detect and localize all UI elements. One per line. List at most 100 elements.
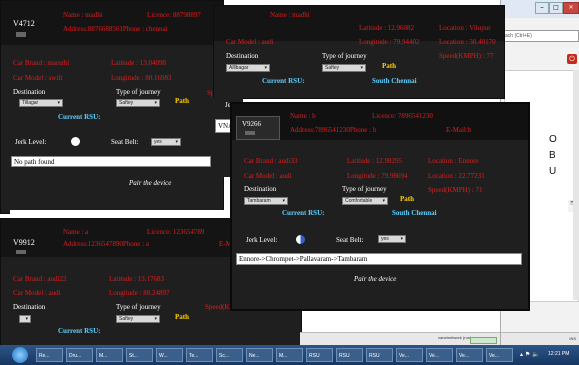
journey-type-select[interactable]: Saftey xyxy=(116,315,160,323)
seat-belt-select[interactable]: yes xyxy=(151,138,181,146)
current-rsu-label: Current RSU: xyxy=(262,77,305,85)
browser-letter-u: U xyxy=(549,166,557,177)
jerk-level-label: Jerk Level: xyxy=(246,236,278,244)
current-rsu-label: Current RSU: xyxy=(58,327,101,335)
destination-label: Destination xyxy=(226,52,259,60)
taskbar-button[interactable]: RSU xyxy=(366,348,393,362)
path-label: Path xyxy=(382,62,396,70)
taskbar-button[interactable]: W... xyxy=(156,348,183,362)
name-label: Name : madhi xyxy=(63,11,103,19)
browser-letter-o: O xyxy=(549,134,557,145)
car-model-label: Car Model : audi xyxy=(13,289,61,297)
destination-label: Destination xyxy=(13,88,46,96)
current-rsu-value: South Chennai xyxy=(392,209,437,217)
location2-label: Location : 22.77231 xyxy=(428,172,485,180)
pair-device-button[interactable]: Pair the device xyxy=(354,275,396,283)
taskbar-button[interactable]: M... xyxy=(96,348,123,362)
tray-icons: ▴ ⚑ 🔈 xyxy=(520,351,540,358)
jerk-level-indicator xyxy=(71,137,80,146)
window-controls: – □ ✕ xyxy=(535,2,579,14)
longitude-label: Longitude : 79.98694 xyxy=(347,172,408,180)
latitude-label: Latitude : 13.17683 xyxy=(109,275,165,283)
browser-scrollbar[interactable] xyxy=(573,70,579,300)
journey-type-select[interactable]: Comfortable xyxy=(342,197,388,205)
licence-label: Licence: 123654789 xyxy=(147,228,205,236)
taskbar-button[interactable]: Ne... xyxy=(246,348,273,362)
path-label: Path xyxy=(175,97,189,105)
start-button[interactable] xyxy=(12,347,28,363)
seat-belt-label: Seat Belt: xyxy=(111,138,139,146)
minimize-icon[interactable]: – xyxy=(535,2,549,14)
taskbar-button[interactable]: Ve... xyxy=(486,348,513,362)
journey-type-label: Type of journey xyxy=(116,303,161,311)
browser-letter-b: B xyxy=(549,150,556,161)
address-text: ach (Ctrl+E) xyxy=(505,33,532,39)
latitude-label: Latitude : 13.04098 xyxy=(111,59,167,67)
close-icon[interactable]: ✕ xyxy=(563,2,579,14)
separator-strip xyxy=(10,210,230,215)
car-model-label: Car Model : swift xyxy=(13,74,63,82)
vehicle-id-dropdown[interactable] xyxy=(16,32,26,37)
destination-select[interactable] xyxy=(19,315,31,323)
current-rsu-label: Current RSU: xyxy=(282,209,325,217)
longitude-label: Longitude : 79.94402 xyxy=(359,38,420,46)
journey-type-label: Type of journey xyxy=(322,52,367,60)
latitude-top-label: Latitude : 12.96082 xyxy=(359,24,415,32)
location-top-label: Location : Vilupur xyxy=(439,24,491,32)
journey-type-select[interactable]: Saftey xyxy=(116,99,160,107)
taskbar-button[interactable]: St... xyxy=(126,348,153,362)
address-phone-label: Address:1236547890Phone : a xyxy=(63,240,149,248)
jerk-level-label: Jerk Level: xyxy=(15,138,47,146)
vehicle-window-v9266: V9266 Name : b Licence: 7896541230 Addre… xyxy=(230,102,530,311)
jerk-level-indicator xyxy=(296,235,305,244)
browser-address-input[interactable]: ach (Ctrl+E) xyxy=(504,30,579,42)
latitude-label: Latitude : 12.98295 xyxy=(347,157,403,165)
taskbar-button[interactable]: RSU xyxy=(306,348,333,362)
car-brand-label: Car Brand : audi22 xyxy=(13,275,67,283)
destination-select[interactable]: Tillagar xyxy=(19,99,63,107)
taskbar-button[interactable]: Dru... xyxy=(66,348,93,362)
taskbar-clock: 12:21 PM xyxy=(548,351,570,357)
speed-label: Speed(KMPH) : 77 xyxy=(439,52,494,60)
journey-type-label: Type of journey xyxy=(116,88,161,96)
name-label: Name : b xyxy=(290,112,316,120)
car-model-label: Car Model : audi xyxy=(226,38,274,46)
browser-close-icon[interactable]: ⏻ xyxy=(567,54,577,64)
destination-label: Destination xyxy=(13,303,46,311)
browser-status-bar: INS xyxy=(501,332,579,345)
taskbar-button[interactable]: Ve... xyxy=(396,348,423,362)
destination-select[interactable]: Tambaram xyxy=(244,197,288,205)
vehicle-id-box: V9266 xyxy=(236,116,280,140)
taskbar-button[interactable]: M... xyxy=(276,348,303,362)
longitude-label: Longitude : 80.24897 xyxy=(109,289,170,297)
vehicle-id-dropdown[interactable] xyxy=(16,250,26,254)
journey-type-label: Type of journey xyxy=(342,185,387,193)
destination-select[interactable]: Alllbagar xyxy=(226,64,270,72)
vehicle-id: V4712 xyxy=(13,19,35,28)
car-brand-label: Car Brand : maruthi xyxy=(13,59,70,67)
car-model-label: Car Model : audi xyxy=(244,172,292,180)
vehicle-id-dropdown[interactable] xyxy=(245,131,255,135)
taskbar-button[interactable]: Ve... xyxy=(426,348,453,362)
vehicle-window-second: Name : madhi Latitude : 12.96082 Locatio… xyxy=(213,5,505,99)
taskbar-button[interactable]: Te... xyxy=(186,348,213,362)
name-label: Name : madhi xyxy=(270,11,310,19)
pair-device-button[interactable]: Pair the device xyxy=(129,179,171,187)
seat-belt-select[interactable]: yes xyxy=(378,235,406,243)
location2-label: Location : 30.40170 xyxy=(439,38,496,46)
path-label: Path xyxy=(175,313,189,321)
taskbar-button[interactable]: Ve... xyxy=(456,348,483,362)
status-text: vanetnetwork (run) xyxy=(438,335,472,340)
speed-label: Speed(KMPH) : 71 xyxy=(428,186,483,194)
taskbar-button[interactable]: RSU xyxy=(336,348,363,362)
taskbar-button[interactable]: Sc... xyxy=(216,348,243,362)
address-phone-label: Address:8876688561Phone : chennai xyxy=(63,25,168,33)
journey-type-select[interactable]: Saftey xyxy=(322,64,366,72)
progress-bar xyxy=(470,337,497,344)
path-label: Path xyxy=(400,195,414,203)
maximize-icon[interactable]: □ xyxy=(549,2,563,14)
vehicle-id: V9266 xyxy=(242,120,262,128)
destination-label: Destination xyxy=(244,185,277,193)
taskbar-button[interactable]: Re... xyxy=(36,348,63,362)
status-strip: vanetnetwork (run) xyxy=(300,332,500,346)
